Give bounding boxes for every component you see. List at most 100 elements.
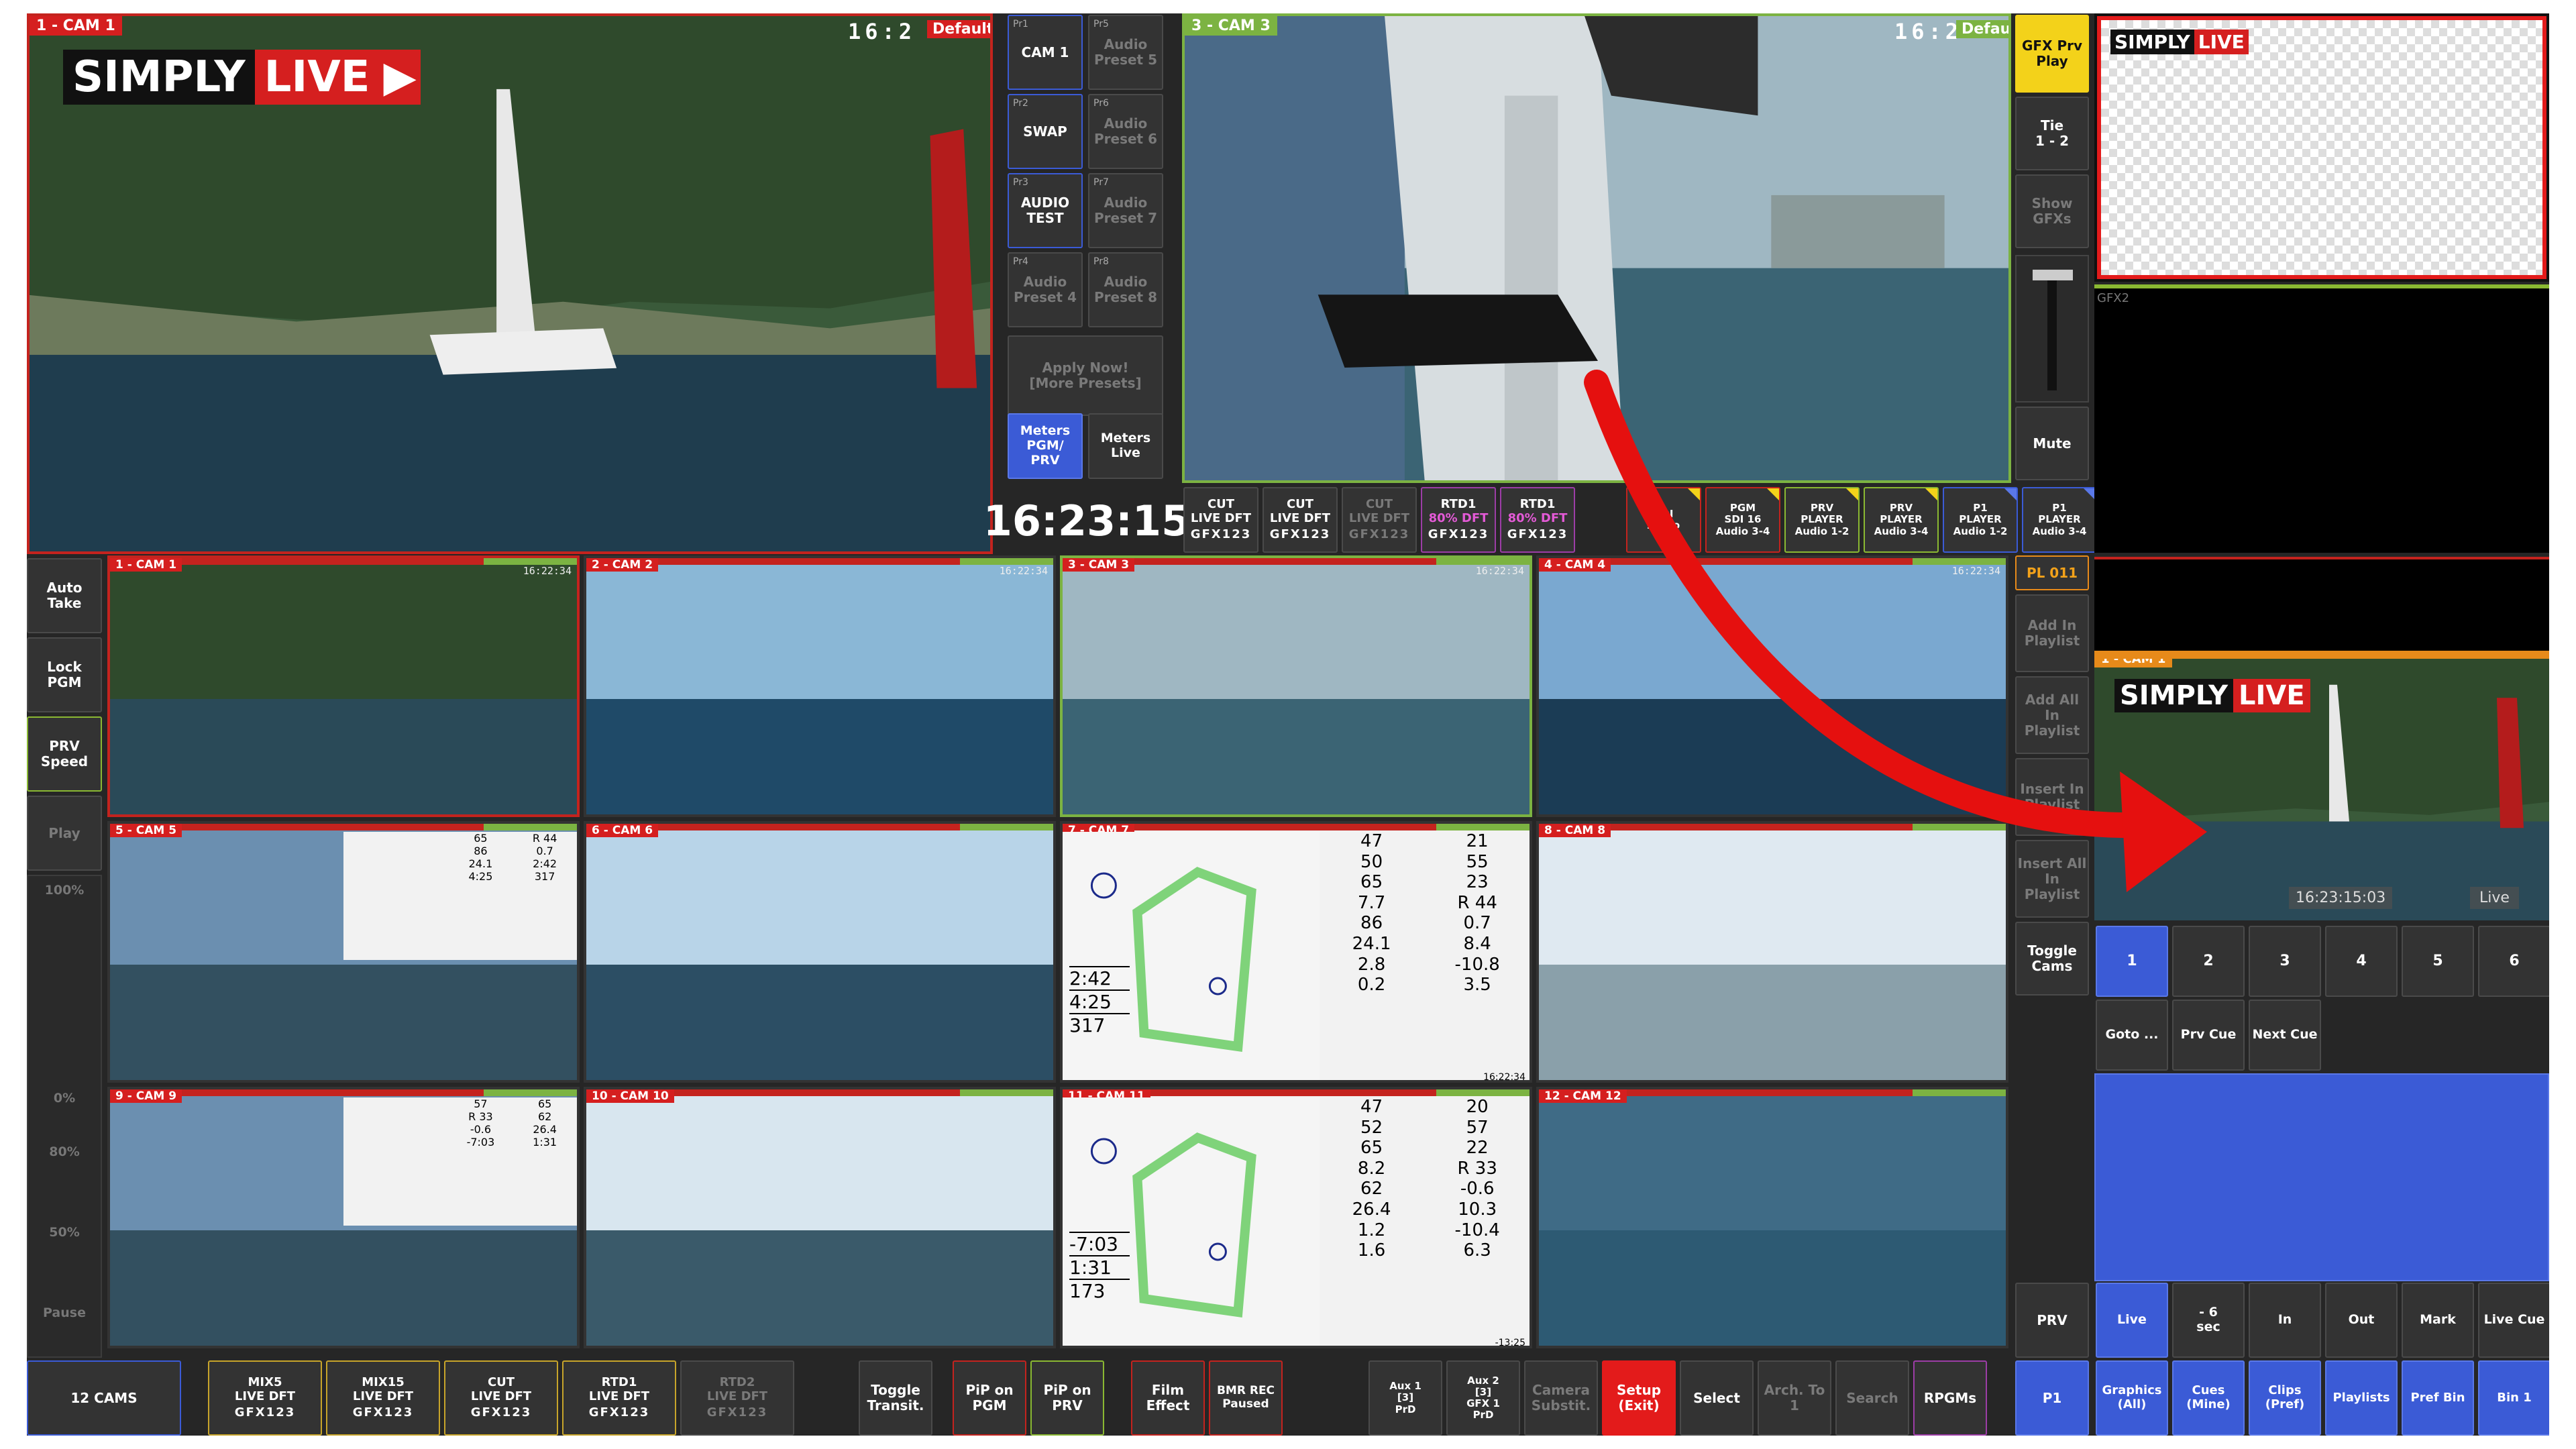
- multiview-tile[interactable]: 6 - CAM 6: [584, 821, 1056, 1083]
- telemetry-inset-value: 1:31: [533, 1136, 557, 1148]
- pip-on-pgm-button[interactable]: PiP on PGM: [953, 1360, 1026, 1436]
- rpgms-button[interactable]: RPGMs: [1913, 1360, 1987, 1436]
- multiview-tile[interactable]: 12 - CAM 12: [1536, 1087, 2008, 1348]
- telemetry-value: -0.6: [1460, 1179, 1495, 1199]
- show-gfxs-button[interactable]: Show GFXs: [2015, 174, 2089, 248]
- transition-button[interactable]: RTD1 80% DFT GFX123: [1500, 487, 1575, 553]
- left-control-button[interactable]: PRV Speed: [27, 716, 102, 792]
- cue-button[interactable]: 4: [2325, 926, 2398, 997]
- bin-button[interactable]: Playlists: [2325, 1360, 2398, 1436]
- preset-button[interactable]: Pr7 Audio Preset 7: [1088, 173, 1163, 248]
- macro-button[interactable]: RTD1 LIVE DFT GFX123: [562, 1360, 676, 1436]
- preset-label: CAM 1: [1021, 44, 1069, 60]
- macro-name: RTD1: [601, 1375, 637, 1389]
- cue-button[interactable]: 5: [2402, 926, 2474, 997]
- bin-button[interactable]: Bin 1: [2478, 1360, 2549, 1436]
- pgm-monitor[interactable]: SIMPLY LIVE ▶ 1 - CAM 1 16:2 Default: [27, 13, 993, 554]
- transport-button[interactable]: Live: [2096, 1283, 2168, 1358]
- left-control-button[interactable]: Lock PGM: [27, 637, 102, 712]
- aux1-button[interactable]: Aux 1 [3] PrD: [1368, 1360, 1442, 1436]
- telemetry-value: 6.3: [1463, 1240, 1491, 1261]
- tie-button[interactable]: Tie 1 - 2: [2015, 97, 2089, 170]
- transition-button[interactable]: RTD1 80% DFT GFX123: [1421, 487, 1496, 553]
- cue-nav-button[interactable]: Next Cue: [2249, 1000, 2321, 1071]
- cue-button[interactable]: 3: [2249, 926, 2321, 997]
- multiview-tile[interactable]: 10 - CAM 10: [584, 1087, 1056, 1348]
- cue-nav-button[interactable]: Goto ...: [2096, 1000, 2168, 1071]
- telemetry-value: 20: [1466, 1097, 1489, 1117]
- macro-button[interactable]: MIX15 LIVE DFT GFX123: [326, 1360, 440, 1436]
- preset-button[interactable]: Pr3 AUDIO TEST: [1008, 173, 1083, 248]
- apply-now-button[interactable]: Apply Now! [More Presets]: [1008, 335, 1163, 416]
- left-control-button[interactable]: Auto Take: [27, 558, 102, 633]
- multiview-tile[interactable]: 1 - CAM 1 16:22:34: [107, 555, 580, 817]
- pip-on-prv-button[interactable]: PiP on PRV: [1030, 1360, 1104, 1436]
- transition-button[interactable]: CUT LIVE DFT GFX123: [1342, 487, 1417, 553]
- multiview-tile[interactable]: 3 - CAM 3 16:22:34: [1060, 555, 1532, 817]
- gfx-prv-play-button[interactable]: GFX Prv Play: [2015, 15, 2089, 93]
- transition-type: LIVE DFT: [1348, 511, 1410, 525]
- camera-substit-button[interactable]: Camera Substit.: [1524, 1360, 1598, 1436]
- telemetry-inset-values: 65 R 44 86 0.7 24.1 2:42 4:25 317: [449, 832, 577, 960]
- select-button[interactable]: Select: [1680, 1360, 1754, 1436]
- telemetry-inset-value: 4:25: [468, 870, 493, 883]
- transport-button[interactable]: Out: [2325, 1283, 2398, 1358]
- cams-button[interactable]: 12 CAMS: [27, 1360, 181, 1436]
- transition-button[interactable]: CUT LIVE DFT GFX123: [1183, 487, 1258, 553]
- preset-button[interactable]: Pr2 SWAP: [1008, 94, 1083, 169]
- telemetry-inset-value: 2:42: [533, 857, 557, 870]
- p1-button[interactable]: P1: [2015, 1360, 2089, 1436]
- telemetry-value: 62: [1360, 1179, 1383, 1199]
- tile-timecode: 16:22:34: [999, 565, 1048, 577]
- preset-button[interactable]: Pr8 Audio Preset 8: [1088, 252, 1163, 327]
- macro-button[interactable]: RTD2 LIVE DFT GFX123: [680, 1360, 794, 1436]
- telemetry-panel: 47 20 52 57 65 22 8.2 R 33 62 -0.6 26.4 10.3 1.2 -10.…: [1063, 1097, 1529, 1346]
- tile-label: 5 - CAM 5: [110, 824, 182, 837]
- multiview-tile[interactable]: 7 - CAM 7 47 21 50 55 65 23 7.7 R 44 86 0.7 24.1 8.4…: [1060, 821, 1532, 1083]
- transport-button[interactable]: In: [2249, 1283, 2321, 1358]
- telemetry-value: 26.4: [1352, 1199, 1391, 1220]
- bin-button[interactable]: Pref Bin: [2402, 1360, 2474, 1436]
- search-button[interactable]: Search: [1835, 1360, 1909, 1436]
- multiview-tile[interactable]: 9 - CAM 9 57 65 R 33 62 -0.6 26.4 -7:03 1:31: [107, 1087, 580, 1348]
- annotation-arrow: [1584, 370, 2207, 892]
- meters-live-button[interactable]: Meters Live: [1088, 413, 1163, 479]
- transition-button[interactable]: CUT LIVE DFT GFX123: [1263, 487, 1338, 553]
- left-control-button[interactable]: Play: [27, 796, 102, 871]
- cue-nav-button[interactable]: Prv Cue: [2172, 1000, 2245, 1071]
- preset-button[interactable]: Pr6 Audio Preset 6: [1088, 94, 1163, 169]
- multiview-tile[interactable]: 11 - CAM 11 47 20 52 57 65 22 8.2 R 33 62 -0.6 26.4…: [1060, 1087, 1532, 1348]
- macro-button[interactable]: MIX5 LIVE DFT GFX123: [208, 1360, 322, 1436]
- preset-button[interactable]: Pr1 CAM 1: [1008, 15, 1083, 90]
- toggle-cams-button[interactable]: Toggle Cams: [2015, 922, 2089, 996]
- toggle-transit-button[interactable]: Toggle Transit.: [859, 1360, 932, 1436]
- fader-handle[interactable]: [2033, 270, 2073, 280]
- bmr-rec-button[interactable]: BMR REC Paused: [1209, 1360, 1283, 1436]
- preset-button[interactable]: Pr4 Audio Preset 4: [1008, 252, 1083, 327]
- macro-button[interactable]: CUT LIVE DFT GFX123: [444, 1360, 558, 1436]
- multiview-tile[interactable]: 2 - CAM 2 16:22:34: [584, 555, 1056, 817]
- speed-scale[interactable]: 100% 0% 80% 50% Pause: [27, 875, 102, 1358]
- replay-control-interface: SIMPLY LIVE ▶ 1 - CAM 1 16:2 Default Pr1…: [27, 13, 2549, 1436]
- preset-button[interactable]: Pr5 Audio Preset 5: [1088, 15, 1163, 90]
- bin-button[interactable]: Graphics (All): [2096, 1360, 2168, 1436]
- arch-to-button[interactable]: Arch. To 1: [1758, 1360, 1831, 1436]
- preset-label: Audio Preset 4: [1014, 274, 1077, 305]
- cue-button[interactable]: 1: [2096, 926, 2168, 997]
- transport-button[interactable]: Live Cue: [2478, 1283, 2549, 1358]
- bin-button[interactable]: Clips (Pref): [2249, 1360, 2321, 1436]
- cue-button[interactable]: 2: [2172, 926, 2245, 997]
- meters-pgm-prv-button[interactable]: Meters PGM/ PRV: [1008, 413, 1083, 479]
- setup-exit-button[interactable]: Setup (Exit): [1602, 1360, 1676, 1436]
- film-effect-button[interactable]: Film Effect: [1131, 1360, 1205, 1436]
- preset-label: Audio Preset 5: [1094, 36, 1157, 68]
- telemetry-value: -10.4: [1454, 1220, 1500, 1240]
- transport-button[interactable]: Mark: [2402, 1283, 2474, 1358]
- multiview-tile[interactable]: 5 - CAM 5 65 R 44 86 0.7 24.1 2:42 4:25 317: [107, 821, 580, 1083]
- aux2-button[interactable]: Aux 2 [3] GFX 1 PrD: [1446, 1360, 1520, 1436]
- transport-button[interactable]: - 6 sec: [2172, 1283, 2245, 1358]
- telemetry-value: 21: [1466, 831, 1489, 851]
- bin-button[interactable]: Cues (Mine): [2172, 1360, 2245, 1436]
- cue-button[interactable]: 6: [2478, 926, 2549, 997]
- prv-button[interactable]: PRV: [2015, 1283, 2089, 1358]
